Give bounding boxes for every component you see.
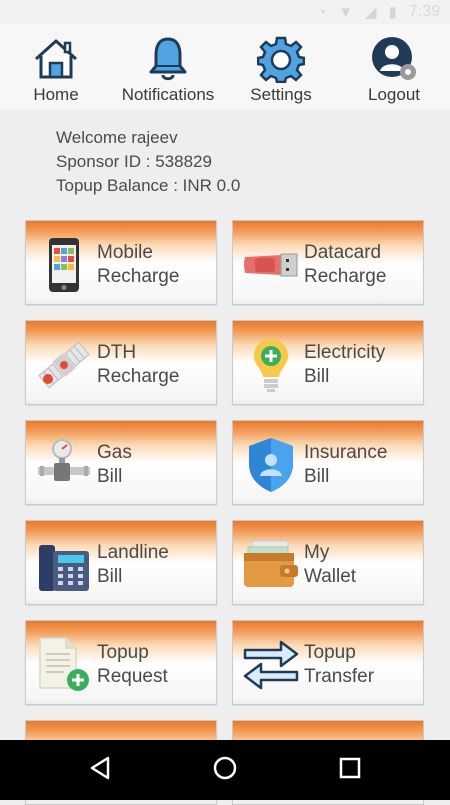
- tile-mobile-recharge[interactable]: Mobile Recharge: [25, 220, 217, 305]
- user-logout-icon: [372, 37, 416, 80]
- tile-label-line2: Bill: [97, 566, 123, 587]
- tile-label-line2: Recharge: [97, 366, 180, 387]
- tile-label-line2: Bill: [304, 366, 330, 387]
- satellite-icon: [38, 341, 90, 389]
- tile-label-line2: Transfer: [304, 666, 375, 687]
- tile-datacard-recharge[interactable]: Datacard Recharge: [232, 220, 424, 305]
- nav-notifications-label: Notifications: [121, 85, 215, 104]
- battery-icon: ▮: [388, 4, 397, 21]
- tile-label-line1: Electricity: [304, 342, 386, 363]
- tile-label-line1: Topup: [304, 642, 356, 663]
- wifi-icon: ▼: [338, 3, 354, 21]
- tile-label-line1: Landline: [97, 542, 169, 563]
- usb-datacard-icon: [244, 253, 298, 277]
- mobile-phone-icon: [49, 238, 79, 292]
- gear-icon: [257, 36, 305, 83]
- tile-label-line1: My: [304, 542, 330, 563]
- telephone-icon: [39, 545, 89, 591]
- topup-balance: Topup Balance : INR 0.0: [56, 176, 241, 195]
- tile-landline-bill[interactable]: Landline Bill: [25, 520, 217, 605]
- home-circle-icon[interactable]: [212, 755, 238, 781]
- sponsor-id: Sponsor ID : 538829: [56, 152, 212, 171]
- tile-label-line2: Recharge: [304, 266, 387, 287]
- status-bar: ◔ ▼ ◢ ▮ 7:39: [0, 0, 450, 24]
- shield-icon: [249, 438, 293, 492]
- account-info: Welcome rajeev Sponsor ID : 538829 Topup…: [56, 126, 240, 198]
- tile-label-line2: Recharge: [97, 266, 180, 287]
- tile-label-line1: Datacard: [304, 242, 382, 263]
- nav-notifications[interactable]: Notifications: [112, 34, 224, 105]
- tile-label-line2: Request: [97, 666, 168, 687]
- light-bulb-icon: [254, 339, 288, 392]
- tile-dth-recharge[interactable]: DTH Recharge: [25, 320, 217, 405]
- tile-label-line2: Bill: [97, 466, 123, 487]
- nav-settings[interactable]: Settings: [225, 34, 337, 105]
- nav-home-label: Home: [33, 85, 79, 104]
- alarm-icon: ◔: [317, 3, 327, 21]
- document-add-icon: [39, 637, 89, 691]
- tile-label-line2: Bill: [304, 466, 330, 487]
- back-icon[interactable]: [88, 755, 112, 781]
- top-navigation: Home Notifications Settings Logout: [0, 24, 450, 110]
- tile-electricity-bill[interactable]: Electricity Bill: [232, 320, 424, 405]
- tile-label-line1: Insurance: [304, 442, 388, 463]
- bell-icon: [149, 37, 187, 81]
- nav-logout[interactable]: Logout: [338, 34, 450, 105]
- system-navigation-bar: [0, 740, 450, 800]
- status-time: 7:39: [408, 3, 440, 20]
- nav-settings-label: Settings: [250, 85, 312, 104]
- nav-logout-label: Logout: [368, 85, 420, 104]
- tile-label-line1: DTH: [97, 342, 137, 363]
- tile-gas-bill[interactable]: Gas Bill: [25, 420, 217, 505]
- welcome-text: Welcome rajeev: [56, 128, 178, 147]
- wallet-icon: [244, 540, 298, 587]
- signal-icon: ◢: [365, 4, 377, 21]
- tile-insurance-bill[interactable]: Insurance Bill: [232, 420, 424, 505]
- recent-apps-icon[interactable]: [338, 755, 362, 781]
- nav-home[interactable]: Home: [0, 34, 112, 105]
- tile-label-line2: Wallet: [304, 566, 357, 587]
- home-icon: [34, 39, 78, 79]
- transfer-arrows-icon: [243, 640, 299, 690]
- tile-label-line1: Mobile: [97, 242, 153, 263]
- tile-label-line1: Gas: [97, 442, 132, 463]
- status-icons: ◔ ▼ ◢ ▮ 7:39: [317, 3, 440, 21]
- tile-label-line1: Topup: [97, 642, 149, 663]
- tile-topup-transfer[interactable]: Topup Transfer: [232, 620, 424, 705]
- tile-topup-request[interactable]: Topup Request: [25, 620, 217, 705]
- tile-my-wallet[interactable]: My Wallet: [232, 520, 424, 605]
- gas-meter-icon: [38, 439, 90, 481]
